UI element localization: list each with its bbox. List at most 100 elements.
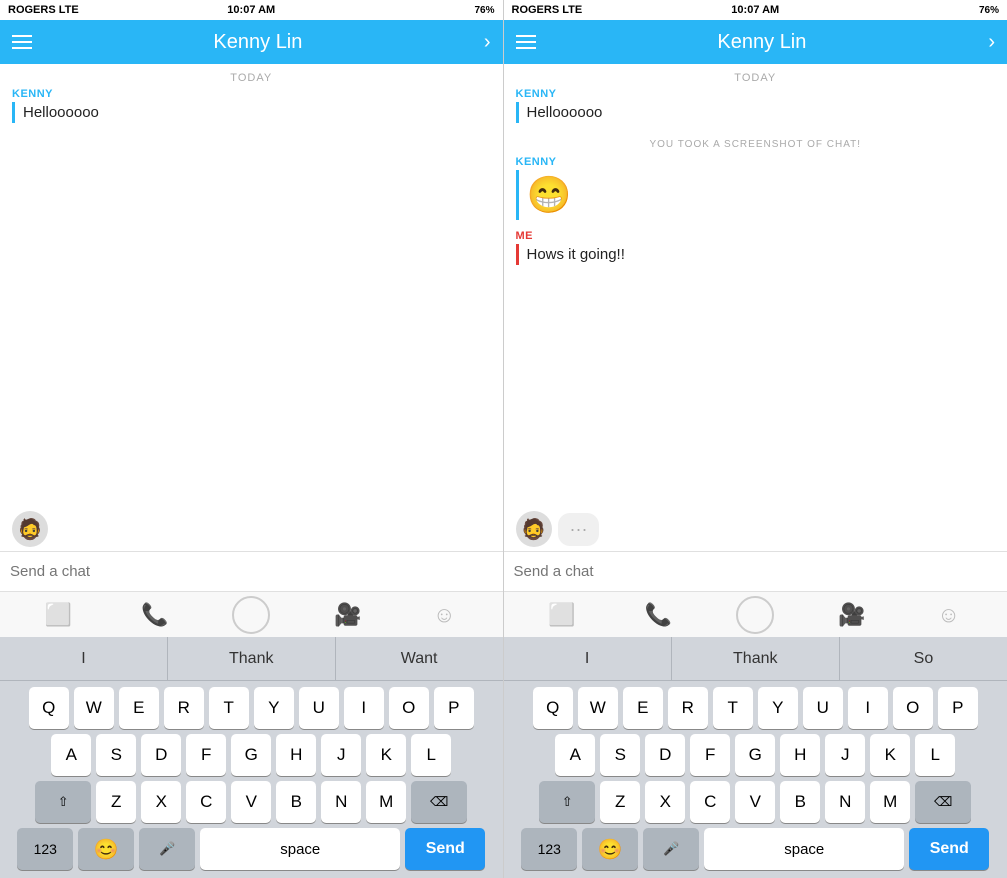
key-l-left[interactable]: L bbox=[411, 734, 451, 776]
avatar-right: 🧔 bbox=[516, 511, 552, 547]
typing-dots-right: ··· bbox=[558, 513, 600, 546]
chat-input-right[interactable] bbox=[514, 563, 998, 580]
hamburger-menu-right[interactable] bbox=[516, 35, 536, 49]
key-l-right[interactable]: L bbox=[915, 734, 955, 776]
key-s-left[interactable]: S bbox=[96, 734, 136, 776]
key-b-left[interactable]: B bbox=[276, 781, 316, 823]
emoji-icon-left[interactable]: ☺ bbox=[425, 596, 463, 634]
key-send-right[interactable]: Send bbox=[909, 828, 989, 870]
message-group-kenny-2-right: KENNY 😁 bbox=[516, 156, 996, 220]
key-c-left[interactable]: C bbox=[186, 781, 226, 823]
key-send-left[interactable]: Send bbox=[405, 828, 485, 870]
key-shift-right[interactable]: ⇧ bbox=[539, 781, 595, 823]
key-i-left[interactable]: I bbox=[344, 687, 384, 729]
sticker-icon-right[interactable]: ⬜ bbox=[543, 596, 581, 634]
time-left: 10:07 AM bbox=[227, 4, 275, 16]
key-t-right[interactable]: T bbox=[713, 687, 753, 729]
avatar-typing-right: 🧔 ··· bbox=[504, 507, 1007, 551]
key-backspace-left[interactable]: ⌫ bbox=[411, 781, 467, 823]
key-123-left[interactable]: 123 bbox=[17, 828, 73, 870]
key-j-left[interactable]: J bbox=[321, 734, 361, 776]
nav-chevron-right-right[interactable]: › bbox=[988, 31, 995, 54]
record-icon-right[interactable] bbox=[736, 596, 774, 634]
nav-title-left: Kenny Lin bbox=[213, 31, 302, 54]
key-f-right[interactable]: F bbox=[690, 734, 730, 776]
video-icon-left[interactable]: 🎥 bbox=[329, 596, 367, 634]
key-z-right[interactable]: Z bbox=[600, 781, 640, 823]
autocomplete-i-left[interactable]: I bbox=[0, 637, 168, 680]
sticker-icon-left[interactable]: ⬜ bbox=[39, 596, 77, 634]
key-123-right[interactable]: 123 bbox=[521, 828, 577, 870]
key-y-right[interactable]: Y bbox=[758, 687, 798, 729]
key-m-left[interactable]: M bbox=[366, 781, 406, 823]
key-v-right[interactable]: V bbox=[735, 781, 775, 823]
key-g-left[interactable]: G bbox=[231, 734, 271, 776]
key-w-left[interactable]: W bbox=[74, 687, 114, 729]
key-o-right[interactable]: O bbox=[893, 687, 933, 729]
chat-input-left[interactable] bbox=[10, 563, 493, 580]
key-h-right[interactable]: H bbox=[780, 734, 820, 776]
key-z-left[interactable]: Z bbox=[96, 781, 136, 823]
row2-left: A S D F G H J K L bbox=[3, 734, 500, 776]
key-h-left[interactable]: H bbox=[276, 734, 316, 776]
key-x-right[interactable]: X bbox=[645, 781, 685, 823]
key-r-right[interactable]: R bbox=[668, 687, 708, 729]
key-space-left[interactable]: space bbox=[200, 828, 400, 870]
key-w-right[interactable]: W bbox=[578, 687, 618, 729]
key-q-left[interactable]: Q bbox=[29, 687, 69, 729]
key-emoji-right[interactable]: 😊 bbox=[582, 828, 638, 870]
key-e-left[interactable]: E bbox=[119, 687, 159, 729]
key-y-left[interactable]: Y bbox=[254, 687, 294, 729]
key-space-right[interactable]: space bbox=[704, 828, 904, 870]
key-t-left[interactable]: T bbox=[209, 687, 249, 729]
key-u-left[interactable]: U bbox=[299, 687, 339, 729]
key-j-right[interactable]: J bbox=[825, 734, 865, 776]
key-backspace-right[interactable]: ⌫ bbox=[915, 781, 971, 823]
bottom-row-right: 123 😊 🎤 space Send bbox=[507, 828, 1005, 874]
key-s-right[interactable]: S bbox=[600, 734, 640, 776]
key-x-left[interactable]: X bbox=[141, 781, 181, 823]
key-e-right[interactable]: E bbox=[623, 687, 663, 729]
nav-chevron-right-left[interactable]: › bbox=[484, 31, 491, 54]
record-icon-left[interactable] bbox=[232, 596, 270, 634]
key-n-right[interactable]: N bbox=[825, 781, 865, 823]
autocomplete-want-left[interactable]: Want bbox=[336, 637, 503, 680]
key-emoji-left[interactable]: 😊 bbox=[78, 828, 134, 870]
key-k-left[interactable]: K bbox=[366, 734, 406, 776]
keyboard-left: I Thank Want Q W E R T Y U I O P A S D F bbox=[0, 637, 503, 878]
key-q-right[interactable]: Q bbox=[533, 687, 573, 729]
key-k-right[interactable]: K bbox=[870, 734, 910, 776]
key-m-right[interactable]: M bbox=[870, 781, 910, 823]
phone-icon-left[interactable]: 📞 bbox=[136, 596, 174, 634]
key-u-right[interactable]: U bbox=[803, 687, 843, 729]
key-a-left[interactable]: A bbox=[51, 734, 91, 776]
key-p-left[interactable]: P bbox=[434, 687, 474, 729]
key-r-left[interactable]: R bbox=[164, 687, 204, 729]
hamburger-menu-left[interactable] bbox=[12, 35, 32, 49]
phone-icon-right[interactable]: 📞 bbox=[640, 596, 678, 634]
nav-bar-left: Kenny Lin › bbox=[0, 20, 503, 64]
key-p-right[interactable]: P bbox=[938, 687, 978, 729]
video-icon-right[interactable]: 🎥 bbox=[833, 596, 871, 634]
key-i-right[interactable]: I bbox=[848, 687, 888, 729]
key-d-left[interactable]: D bbox=[141, 734, 181, 776]
autocomplete-thank-right[interactable]: Thank bbox=[672, 637, 840, 680]
key-d-right[interactable]: D bbox=[645, 734, 685, 776]
key-o-left[interactable]: O bbox=[389, 687, 429, 729]
key-a-right[interactable]: A bbox=[555, 734, 595, 776]
autocomplete-thank-left[interactable]: Thank bbox=[168, 637, 336, 680]
emoji-icon-right[interactable]: ☺ bbox=[930, 596, 968, 634]
message-group-kenny-left: KENNY Helloooooo bbox=[12, 88, 491, 123]
key-n-left[interactable]: N bbox=[321, 781, 361, 823]
key-mic-left[interactable]: 🎤 bbox=[139, 828, 195, 870]
key-c-right[interactable]: C bbox=[690, 781, 730, 823]
autocomplete-so-right[interactable]: So bbox=[840, 637, 1007, 680]
key-mic-right[interactable]: 🎤 bbox=[643, 828, 699, 870]
autocomplete-i-right[interactable]: I bbox=[504, 637, 672, 680]
key-f-left[interactable]: F bbox=[186, 734, 226, 776]
key-shift-left[interactable]: ⇧ bbox=[35, 781, 91, 823]
key-b-right[interactable]: B bbox=[780, 781, 820, 823]
key-g-right[interactable]: G bbox=[735, 734, 775, 776]
keyboard-right: I Thank So Q W E R T Y U I O P A S D F bbox=[504, 637, 1007, 878]
key-v-left[interactable]: V bbox=[231, 781, 271, 823]
